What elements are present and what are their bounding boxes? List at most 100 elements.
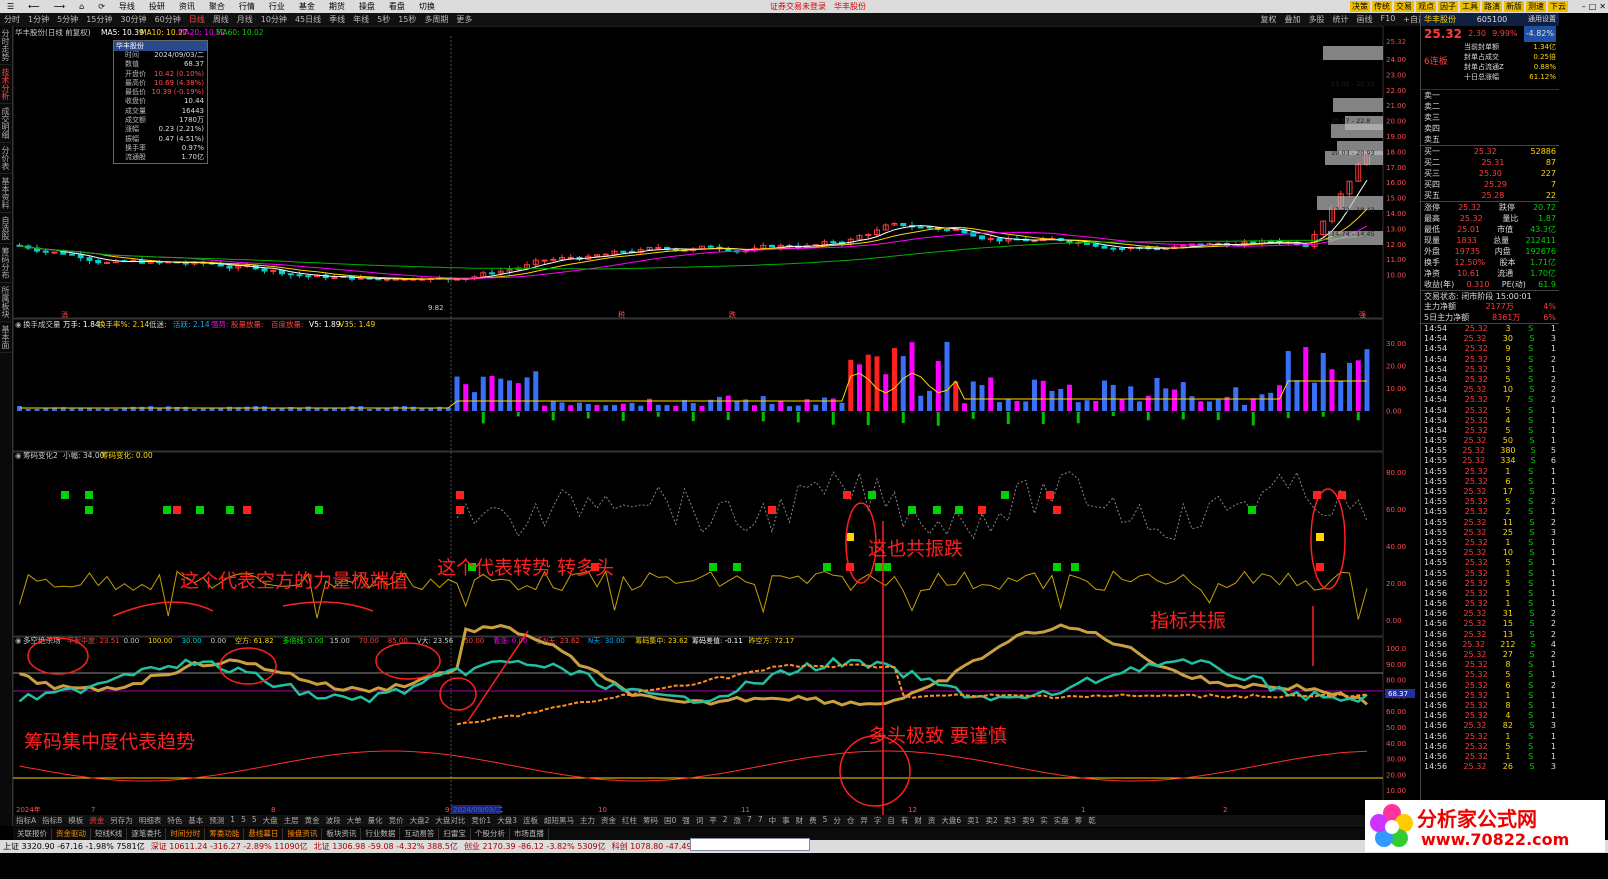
indicator-tab[interactable]: 卖3 bbox=[1001, 815, 1019, 827]
indicator-tab[interactable]: 实盘 bbox=[1051, 815, 1072, 827]
left-tab[interactable]: 分时走势 bbox=[0, 26, 11, 65]
left-tab[interactable]: 成交明细 bbox=[0, 104, 11, 143]
function-tab[interactable]: 操盘资讯 bbox=[283, 828, 323, 840]
indicator-tab[interactable]: 仓 bbox=[844, 815, 858, 827]
indicator-tab[interactable]: 主层 bbox=[281, 815, 302, 827]
indicator-tab[interactable]: 大盘6 bbox=[938, 815, 964, 827]
left-tab[interactable]: 基本面 bbox=[0, 322, 11, 353]
indicator-tab[interactable]: 词 bbox=[693, 815, 707, 827]
menu-right-tab[interactable]: 交易 bbox=[1394, 1, 1414, 12]
menu-item[interactable]: 基金 bbox=[292, 1, 322, 12]
menu-item[interactable]: 导线 bbox=[112, 1, 142, 12]
indicator-tab[interactable]: 财 bbox=[793, 815, 807, 827]
indicator-tab[interactable]: 卖1 bbox=[964, 815, 982, 827]
period-item[interactable]: 日线 bbox=[185, 14, 209, 25]
menu-item[interactable]: 看盘 bbox=[382, 1, 412, 12]
menu-item[interactable]: 行情 bbox=[232, 1, 262, 12]
left-tab[interactable]: 技术分析 bbox=[0, 65, 11, 104]
function-tab[interactable]: 资金驱动 bbox=[52, 828, 91, 840]
indicator-tab[interactable]: 指标A bbox=[13, 815, 39, 827]
period-item[interactable]: 10分钟 bbox=[257, 14, 291, 25]
indicator-tab[interactable]: 模板 bbox=[65, 815, 86, 827]
menu-item[interactable]: ☰ bbox=[0, 2, 21, 11]
period-item[interactable]: 季线 bbox=[325, 14, 349, 25]
indicator-tab[interactable]: 卖9 bbox=[1019, 815, 1037, 827]
period-item[interactable]: 1分钟 bbox=[24, 14, 53, 25]
period-item[interactable]: 分时 bbox=[0, 14, 24, 25]
left-tab[interactable]: 所属板块 bbox=[0, 283, 11, 322]
indicator-tab[interactable]: 超短黑马 bbox=[541, 815, 577, 827]
period-item[interactable]: 30分钟 bbox=[116, 14, 150, 25]
indicator-tab[interactable]: 费 bbox=[806, 815, 820, 827]
indicator-tab[interactable]: 国0 bbox=[661, 815, 679, 827]
indicator-tab[interactable]: 资 bbox=[925, 815, 939, 827]
function-tab[interactable]: 市场直播 bbox=[510, 828, 549, 840]
indicator-tab[interactable]: 5 bbox=[238, 815, 249, 827]
menu-item[interactable]: ⟵ bbox=[21, 2, 46, 11]
function-tab[interactable]: 短线K线 bbox=[91, 828, 128, 840]
period-item[interactable]: 更多 bbox=[452, 14, 476, 25]
indicator-tab[interactable]: 基本 bbox=[185, 815, 206, 827]
menu-item[interactable]: 投研 bbox=[142, 1, 172, 12]
indicator-tab[interactable]: 中 bbox=[766, 815, 780, 827]
maximize-icon[interactable]: □ bbox=[1589, 2, 1597, 11]
indicator-tab[interactable]: 字 bbox=[871, 815, 885, 827]
menu-right-tab[interactable]: 传统 bbox=[1372, 1, 1392, 12]
indicator-tab[interactable]: 筹码 bbox=[640, 815, 661, 827]
indicator-tab[interactable]: 卖2 bbox=[982, 815, 1000, 827]
indicator-tab[interactable]: 连板 bbox=[520, 815, 541, 827]
period-item[interactable]: 多周期 bbox=[420, 14, 452, 25]
function-tab[interactable]: 板块资讯 bbox=[322, 828, 362, 840]
chart-tool-button[interactable]: F10 bbox=[1377, 14, 1400, 25]
settings-button[interactable]: 通用设置 bbox=[1528, 13, 1556, 26]
indicator-tab[interactable]: 平 bbox=[706, 815, 720, 827]
indicator-tab[interactable]: 大盘2 bbox=[407, 815, 433, 827]
chart-tool-button[interactable]: 统计 bbox=[1329, 14, 1353, 25]
index-quote[interactable]: 创业 2170.39 -86.12 -3.82% 5309亿 bbox=[461, 841, 609, 852]
indicator-tab[interactable]: 乾 bbox=[1085, 815, 1099, 827]
indicator-tab[interactable]: 竞价 bbox=[386, 815, 407, 827]
indicator-tab[interactable]: 大盘3 bbox=[494, 815, 520, 827]
indicator-tab[interactable]: 主力 bbox=[577, 815, 598, 827]
indicator-tab[interactable]: 另存为 bbox=[107, 815, 136, 827]
index-quote[interactable]: 深证 10611.24 -316.27 -2.89% 11090亿 bbox=[148, 841, 311, 852]
indicator-tab[interactable]: 指标B bbox=[39, 815, 65, 827]
period-item[interactable]: 5秒 bbox=[373, 14, 394, 25]
menu-item[interactable]: 期货 bbox=[322, 1, 352, 12]
function-tab[interactable]: 逐笔委托 bbox=[127, 828, 167, 840]
function-tab[interactable]: 筹委功能 bbox=[205, 828, 245, 840]
menu-item[interactable]: ⟳ bbox=[91, 2, 112, 11]
left-tab[interactable]: 筹码分布 bbox=[0, 244, 11, 283]
menu-item[interactable]: ⌂ bbox=[72, 2, 91, 11]
indicator-tab[interactable]: 涨 bbox=[731, 815, 745, 827]
function-tab[interactable]: 互动易答 bbox=[400, 828, 440, 840]
left-tab[interactable]: 分价表 bbox=[0, 143, 11, 174]
menu-right-tab[interactable]: 工具 bbox=[1460, 1, 1480, 12]
function-tab[interactable]: 个股分析 bbox=[471, 828, 510, 840]
period-item[interactable]: 45日线 bbox=[291, 14, 325, 25]
menu-item[interactable]: 切换 bbox=[412, 1, 442, 12]
menu-right-tab[interactable]: 新版 bbox=[1504, 1, 1524, 12]
menu-item[interactable]: ⟶ bbox=[47, 2, 72, 11]
menu-right-tab[interactable]: 决策 bbox=[1350, 1, 1370, 12]
indicator-tab[interactable]: 资金 bbox=[598, 815, 619, 827]
period-item[interactable]: 5分钟 bbox=[53, 14, 82, 25]
left-tab[interactable]: 基本资料 bbox=[0, 174, 11, 213]
menu-right-tab[interactable]: 路演 bbox=[1482, 1, 1502, 12]
indicator-tab[interactable]: 实 bbox=[1037, 815, 1051, 827]
indicator-tab[interactable]: 波段 bbox=[323, 815, 344, 827]
indicator-tab[interactable]: 7 bbox=[755, 815, 766, 827]
indicator-tab[interactable]: 5 bbox=[820, 815, 831, 827]
menu-right-tab[interactable]: 因子 bbox=[1438, 1, 1458, 12]
indicator-tab[interactable]: 红柱 bbox=[619, 815, 640, 827]
function-tab[interactable]: 行业数据 bbox=[361, 828, 401, 840]
indicator-tab[interactable]: 财 bbox=[911, 815, 925, 827]
chart-tool-button[interactable]: 叠加 bbox=[1281, 14, 1305, 25]
indicator-tab[interactable]: 5 bbox=[249, 815, 260, 827]
indicator-tab[interactable]: 特色 bbox=[164, 815, 185, 827]
indicator-tab[interactable]: 竞价1 bbox=[468, 815, 494, 827]
function-tab[interactable]: 扫雷宝 bbox=[439, 828, 471, 840]
indicator-tab[interactable]: 强 bbox=[679, 815, 693, 827]
menu-item[interactable]: 操盘 bbox=[352, 1, 382, 12]
left-tab[interactable]: 自选股 bbox=[0, 213, 11, 244]
